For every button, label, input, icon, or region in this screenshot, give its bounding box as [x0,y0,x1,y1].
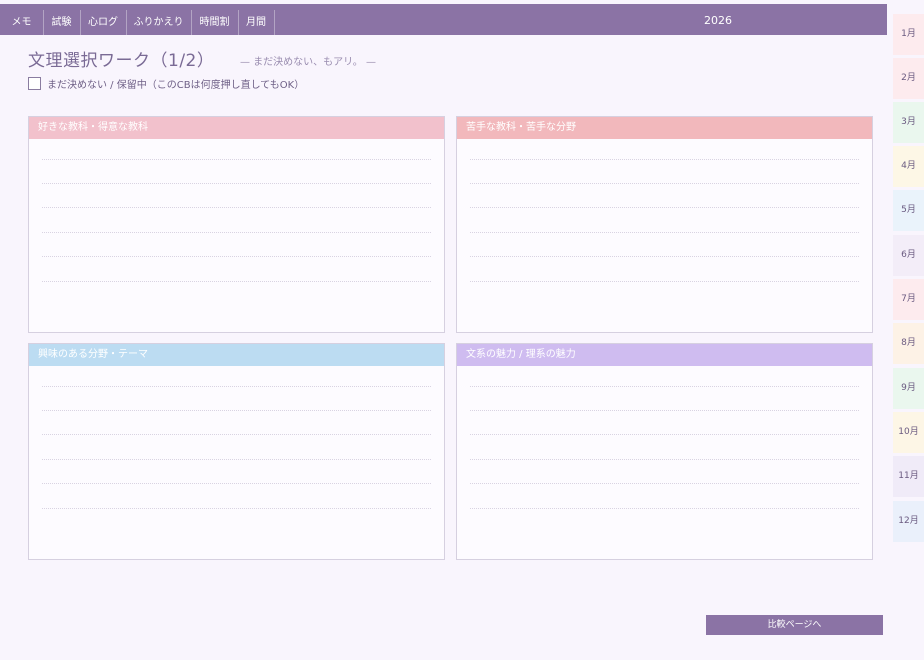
top-nav-bar: メモ 試験 心ログ ふりかえり 時間割 月間 2026 [0,4,887,35]
writing-line [470,159,859,160]
writing-line [42,183,431,184]
page-subnote: — まだ決めない、もアリ。 — [240,57,376,68]
month-tab-8[interactable]: 8月 [893,323,924,364]
tab-mind-log[interactable]: 心ログ [80,10,127,35]
month-tab-4[interactable]: 4月 [893,146,924,187]
writing-line [42,508,431,509]
year-label: 2026 [704,14,732,27]
month-tab-2[interactable]: 2月 [893,58,924,99]
panel-weak-subjects: 苦手な教科・苦手な分野 [456,116,873,333]
writing-line [42,434,431,435]
writing-line [42,159,431,160]
tab-memo[interactable]: メモ [0,10,44,35]
panel-interest-fields: 興味のある分野・テーマ [28,343,445,560]
writing-line [42,207,431,208]
month-tab-1[interactable]: 1月 [893,14,924,55]
writing-line [470,183,859,184]
writing-line [42,410,431,411]
panel-humanities-science-appeal-header: 文系の魅力 / 理系の魅力 [457,344,872,366]
writing-line [42,386,431,387]
compare-page-button[interactable]: 比較ページへ [706,615,883,635]
panel-interest-fields-header: 興味のある分野・テーマ [29,344,444,366]
panel-favorite-subjects-header: 好きな教科・得意な教科 [29,117,444,139]
month-tab-6[interactable]: 6月 [893,235,924,276]
month-tab-5[interactable]: 5月 [893,190,924,231]
month-tab-3[interactable]: 3月 [893,102,924,143]
writing-line [42,256,431,257]
writing-line [42,281,431,282]
writing-line [470,256,859,257]
month-tab-10[interactable]: 10月 [893,412,924,453]
writing-line [470,386,859,387]
undecided-checkbox[interactable] [28,77,41,90]
panel-weak-subjects-header: 苦手な教科・苦手な分野 [457,117,872,139]
writing-line [42,459,431,460]
writing-line [470,232,859,233]
writing-line [470,483,859,484]
writing-line [470,281,859,282]
undecided-checkbox-label: まだ決めない / 保留中（このCBは何度押し直してもOK） [47,80,305,91]
month-tab-11[interactable]: 11月 [893,456,924,497]
writing-line [42,232,431,233]
writing-line [42,483,431,484]
writing-line [470,434,859,435]
panel-favorite-subjects: 好きな教科・得意な教科 [28,116,445,333]
panel-humanities-science-appeal: 文系の魅力 / 理系の魅力 [456,343,873,560]
month-tab-12[interactable]: 12月 [893,501,924,542]
writing-line [470,207,859,208]
month-tab-9[interactable]: 9月 [893,368,924,409]
page-title: 文理選択ワーク（1/2） [28,51,215,71]
tab-monthly[interactable]: 月間 [238,10,275,35]
month-tab-7[interactable]: 7月 [893,279,924,320]
tab-review[interactable]: ふりかえり [126,10,192,35]
writing-line [470,410,859,411]
writing-line [470,508,859,509]
tab-timetable[interactable]: 時間割 [191,10,239,35]
writing-line [470,459,859,460]
tab-exam[interactable]: 試験 [43,10,81,35]
